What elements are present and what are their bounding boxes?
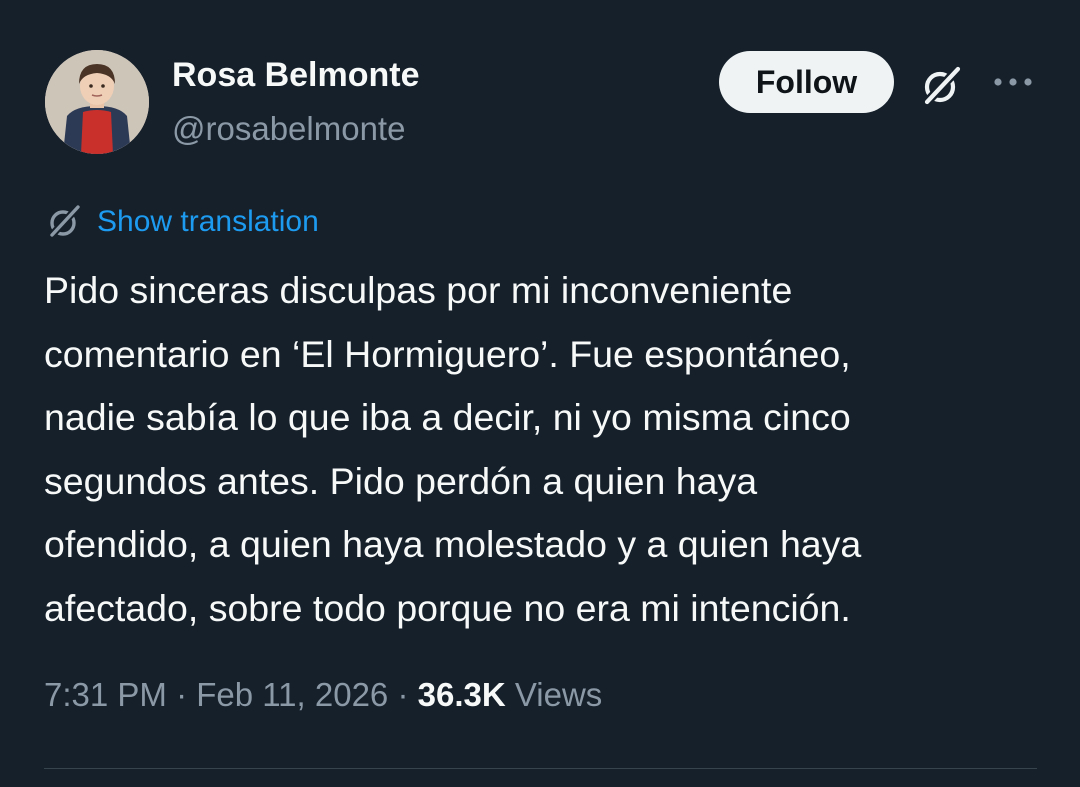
author-handle[interactable]: @rosabelmonte bbox=[172, 110, 405, 148]
show-translation-label: Show translation bbox=[97, 205, 319, 238]
grok-button[interactable] bbox=[913, 58, 969, 114]
grok-icon bbox=[922, 66, 961, 107]
tweet-text-line: ofendido, a quien haya molestado y a qui… bbox=[44, 523, 862, 565]
tweet-text-line: nadie sabía lo que iba a decir, ni yo mi… bbox=[44, 396, 851, 438]
tweet-time[interactable]: 7:31 PM bbox=[44, 676, 167, 713]
grok-icon bbox=[44, 202, 84, 242]
tweet-text-line: segundos antes. Pido perdón a quien haya bbox=[44, 459, 758, 502]
more-horizontal-icon bbox=[994, 78, 1032, 86]
tweet-date[interactable]: Feb 11, 2026 bbox=[196, 676, 388, 713]
tweet-text-line: comentario en ‘El Hormiguero’. Fue espon… bbox=[44, 332, 851, 375]
avatar-image bbox=[45, 50, 149, 154]
tweet-text-line: Pido sinceras disculpas por mi inconveni… bbox=[44, 269, 793, 311]
meta-separator: · bbox=[397, 676, 409, 713]
follow-button[interactable]: Follow bbox=[719, 51, 894, 113]
views-count: 36.3K bbox=[417, 676, 506, 713]
views-label: Views bbox=[514, 676, 603, 713]
avatar[interactable] bbox=[45, 50, 149, 154]
tweet-text-line: afectado, sobre todo porque no era mi in… bbox=[44, 586, 851, 629]
more-options-button[interactable] bbox=[988, 62, 1038, 102]
tweet-detail: Rosa Belmonte @rosabelmonte Follow Show … bbox=[0, 0, 1080, 787]
tweet-meta: 7:31 PM · Feb 11, 2026 · 36.3K Views bbox=[44, 676, 602, 714]
tweet-text: Pido sinceras disculpas por mi inconveni… bbox=[44, 259, 1044, 640]
meta-separator: · bbox=[176, 676, 188, 713]
show-translation-link[interactable]: Show translation bbox=[44, 200, 319, 244]
author-display-name[interactable]: Rosa Belmonte bbox=[172, 56, 420, 95]
divider bbox=[44, 768, 1037, 769]
